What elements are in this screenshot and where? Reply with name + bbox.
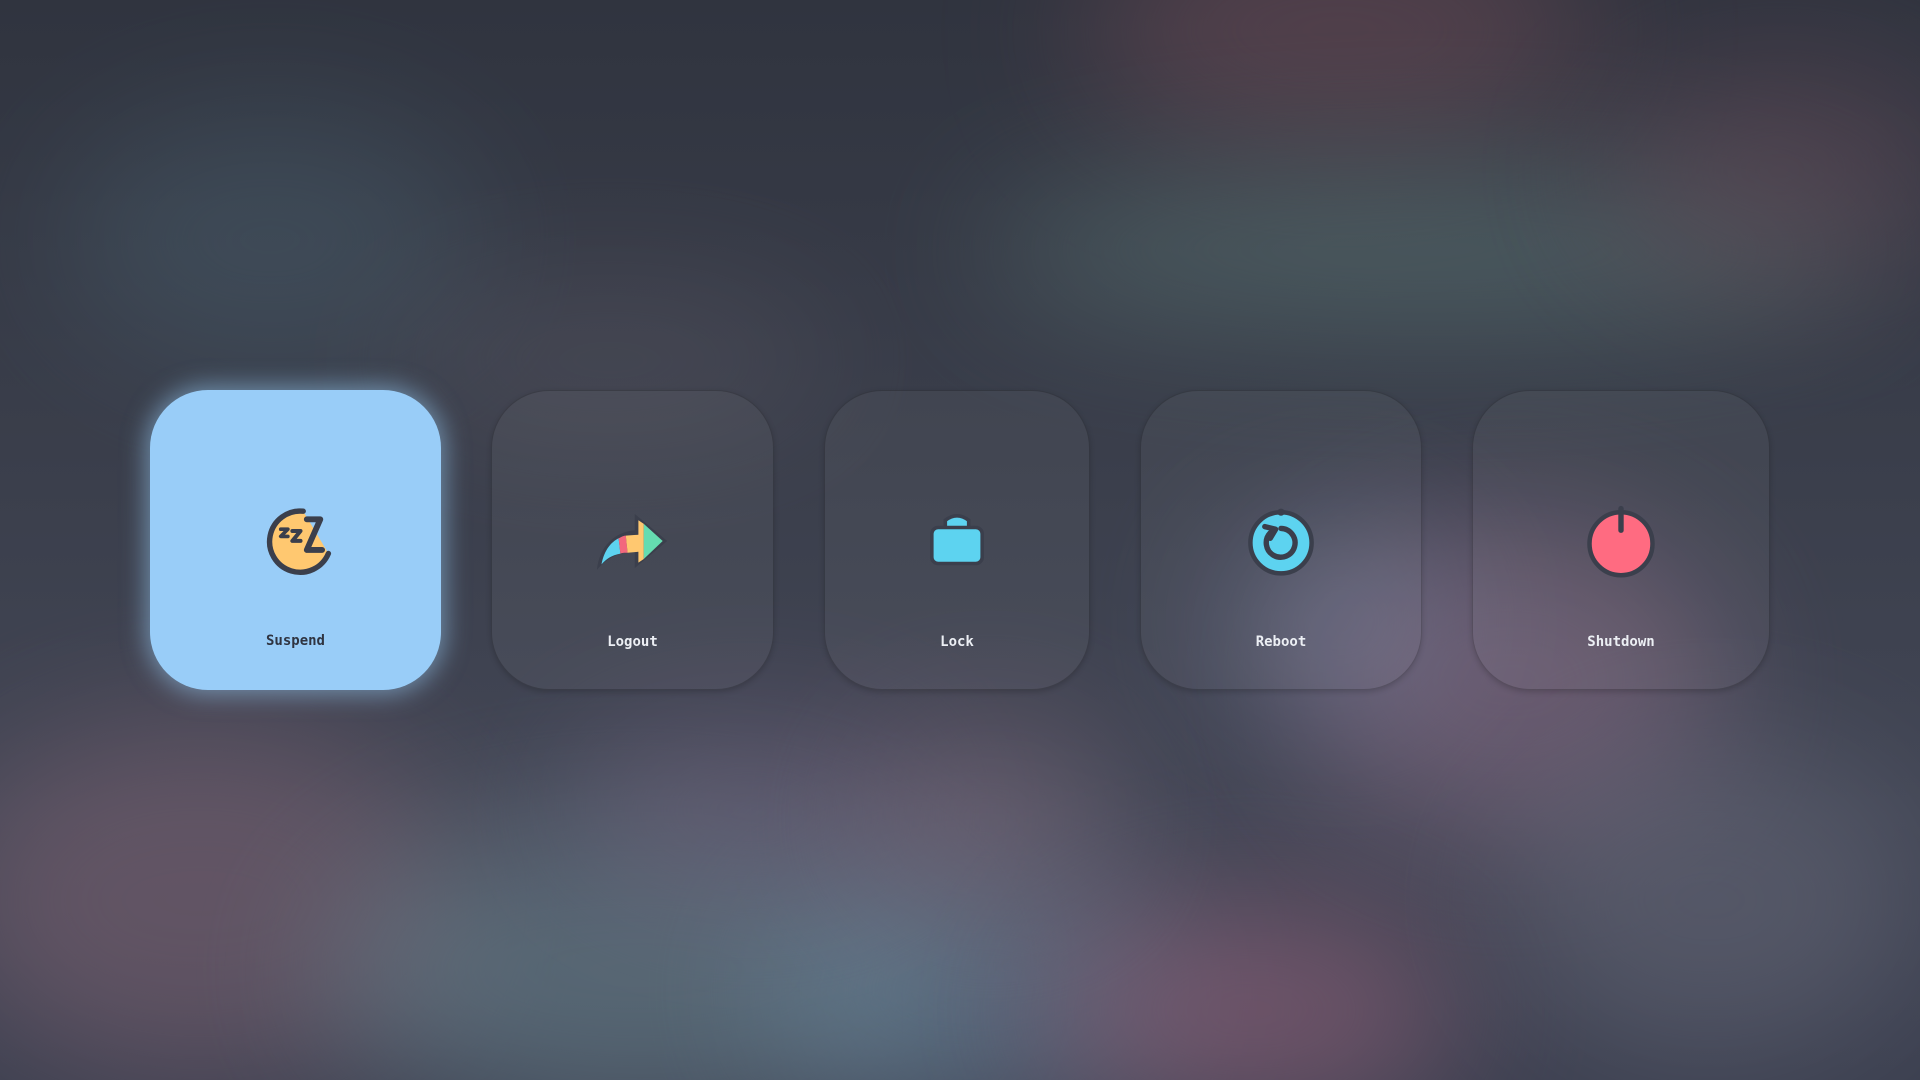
lock-button[interactable]: Lock	[824, 390, 1090, 690]
suspend-label: Suspend	[265, 633, 325, 649]
reboot-button[interactable]: Reboot	[1140, 390, 1422, 690]
lock-label: Lock	[940, 634, 974, 650]
logout-arrow-icon	[588, 496, 678, 586]
shutdown-label: Shutdown	[1587, 634, 1655, 650]
shutdown-button[interactable]: Shutdown	[1472, 390, 1770, 690]
suspend-button[interactable]: Suspend	[150, 390, 441, 690]
logout-label: Logout	[607, 634, 658, 650]
padlock-icon	[912, 496, 1002, 586]
power-icon	[1576, 496, 1666, 586]
power-menu: Suspend Logout Lock Reboot Shutdown	[0, 0, 1920, 1080]
sleep-moon-icon	[251, 495, 341, 585]
reboot-label: Reboot	[1255, 634, 1307, 650]
logout-button[interactable]: Logout	[491, 390, 774, 690]
reboot-icon	[1236, 496, 1326, 586]
